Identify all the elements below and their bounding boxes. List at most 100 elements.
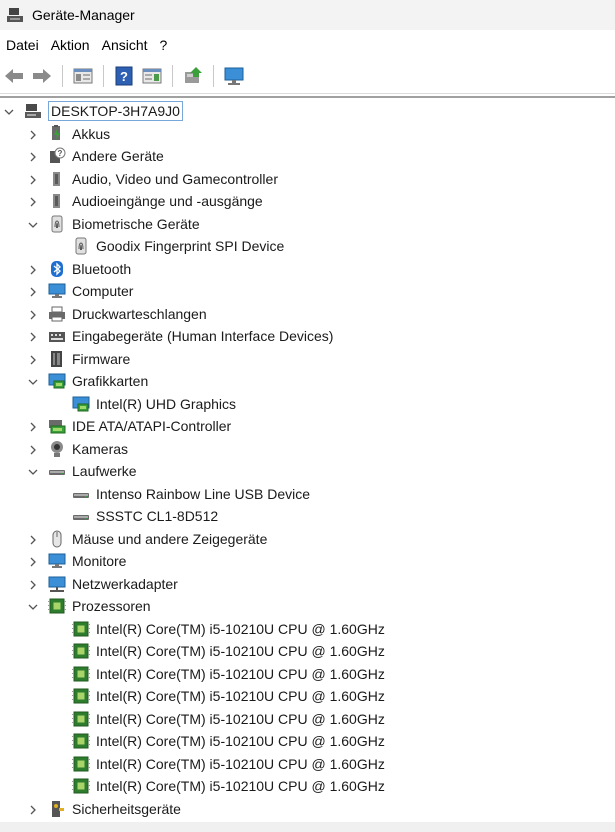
properties-icon[interactable] [71, 64, 95, 88]
tree-item-label: Akkus [72, 125, 111, 142]
menu-ansicht[interactable]: Ansicht [96, 37, 154, 53]
forward-icon[interactable] [30, 64, 54, 88]
firmware-icon [48, 350, 66, 368]
tree-category[interactable]: Netzwerkadapter [0, 573, 615, 595]
tree-category[interactable]: Kameras [0, 438, 615, 460]
toolbar-separator [213, 65, 214, 87]
chevron-right-icon[interactable] [27, 443, 39, 455]
tree-device[interactable]: Intel(R) Core(TM) i5-10210U CPU @ 1.60GH… [0, 618, 615, 640]
window-title: Geräte-Manager [32, 7, 135, 23]
tree-category[interactable]: Computer [0, 280, 615, 302]
network-icon [48, 575, 66, 593]
cpu-icon [72, 642, 90, 660]
tree-device[interactable]: Intel(R) UHD Graphics [0, 393, 615, 415]
chevron-down-icon[interactable] [27, 218, 39, 230]
chevron-right-icon[interactable] [27, 285, 39, 297]
toolbar: ? [0, 59, 615, 94]
update-driver-icon[interactable] [181, 64, 205, 88]
tree-item-label: Eingabegeräte (Human Interface Devices) [72, 328, 334, 344]
tree-device[interactable]: Intel(R) Core(TM) i5-10210U CPU @ 1.60GH… [0, 775, 615, 797]
chevron-right-icon[interactable] [27, 308, 39, 320]
printer-icon [48, 305, 66, 323]
tree-item-label: Sicherheitsgeräte [72, 800, 181, 817]
speaker-icon [48, 170, 66, 188]
ide-icon [48, 417, 66, 435]
tree-device[interactable]: Intel(R) Core(TM) i5-10210U CPU @ 1.60GH… [0, 708, 615, 730]
tree-category[interactable]: Eingabegeräte (Human Interface Devices) [0, 325, 615, 347]
menu-help[interactable]: ? [154, 37, 174, 53]
chevron-down-icon[interactable] [27, 375, 39, 387]
tree-category[interactable]: Akkus [0, 123, 615, 145]
chevron-right-icon[interactable] [27, 420, 39, 432]
tree-item-label: Grafikkarten [72, 373, 149, 389]
chevron-right-icon[interactable] [27, 330, 39, 342]
cpu-icon [72, 665, 90, 683]
chevron-right-icon[interactable] [27, 803, 39, 815]
toolbar-separator [62, 65, 63, 87]
tree-item-label: IDE ATA/ATAPI-Controller [72, 418, 232, 434]
chevron-down-icon[interactable] [27, 465, 39, 477]
tree-category[interactable]: Firmware [0, 348, 615, 370]
computer-icon [48, 282, 66, 300]
tree-item-label: Intel(R) Core(TM) i5-10210U CPU @ 1.60GH… [96, 755, 385, 772]
menu-aktion[interactable]: Aktion [45, 37, 96, 53]
tree-device[interactable]: Intel(R) Core(TM) i5-10210U CPU @ 1.60GH… [0, 663, 615, 685]
tree-category[interactable]: Laufwerke [0, 460, 615, 482]
chevron-right-icon[interactable] [27, 263, 39, 275]
tree-device[interactable]: Intel(R) Core(TM) i5-10210U CPU @ 1.60GH… [0, 753, 615, 775]
tree-category[interactable]: Mäuse und andere Zeigegeräte [0, 528, 615, 550]
cpu-icon [72, 687, 90, 705]
monitor-icon [48, 552, 66, 570]
tree-category[interactable]: ? Andere Geräte [0, 145, 615, 167]
title-bar: Geräte-Manager [0, 0, 615, 30]
chevron-right-icon[interactable] [27, 353, 39, 365]
tree-item-label: Intel(R) Core(TM) i5-10210U CPU @ 1.60GH… [96, 665, 385, 682]
tree-device[interactable]: Intenso Rainbow Line USB Device [0, 483, 615, 505]
view-icon[interactable] [140, 64, 164, 88]
tree-category[interactable]: Bluetooth [0, 258, 615, 280]
tree-device[interactable]: Intel(R) Core(TM) i5-10210U CPU @ 1.60GH… [0, 640, 615, 662]
back-icon[interactable] [2, 64, 26, 88]
chevron-right-icon[interactable] [27, 533, 39, 545]
chevron-right-icon[interactable] [27, 173, 39, 185]
status-bar [0, 822, 615, 832]
tree-item-label: Druckwarteschlangen [72, 305, 207, 322]
tree-device[interactable]: SSSTC CL1-8D512 [0, 505, 615, 527]
chevron-down-icon[interactable] [27, 600, 39, 612]
chevron-right-icon[interactable] [27, 555, 39, 567]
tree-item-label: Intel(R) Core(TM) i5-10210U CPU @ 1.60GH… [96, 778, 385, 794]
tree-category[interactable]: Audio, Video und Gamecontroller [0, 168, 615, 190]
monitor-icon[interactable] [222, 64, 246, 88]
tree-category[interactable]: Grafikkarten [0, 370, 615, 392]
tree-category[interactable]: Prozessoren [0, 595, 615, 617]
chevron-right-icon[interactable] [27, 150, 39, 162]
tree-category[interactable]: Monitore [0, 550, 615, 572]
menu-datei[interactable]: Datei [0, 37, 45, 53]
mouse-icon [48, 530, 66, 548]
toolbar-separator [103, 65, 104, 87]
chevron-down-icon[interactable] [3, 105, 15, 117]
tree-category[interactable]: Druckwarteschlangen [0, 303, 615, 325]
tree-category[interactable]: IDE ATA/ATAPI-Controller [0, 415, 615, 437]
help-icon[interactable]: ? [112, 64, 136, 88]
toolbar-separator [172, 65, 173, 87]
tree-item-label: Intel(R) Core(TM) i5-10210U CPU @ 1.60GH… [96, 643, 385, 659]
drive-icon [72, 507, 90, 525]
tree-item-label: Laufwerke [72, 463, 137, 479]
device-manager-icon [7, 8, 23, 22]
drive-icon [48, 462, 66, 480]
chevron-right-icon[interactable] [27, 128, 39, 140]
tree-category[interactable]: Sicherheitsgeräte [0, 798, 615, 820]
tree-item-label: Andere Geräte [72, 148, 164, 164]
chevron-right-icon[interactable] [27, 195, 39, 207]
security-icon [48, 800, 66, 818]
tree-category[interactable]: Biometrische Geräte [0, 213, 615, 235]
tree-item-label: Kameras [72, 440, 129, 457]
tree-device[interactable]: Goodix Fingerprint SPI Device [0, 235, 615, 257]
tree-device[interactable]: Intel(R) Core(TM) i5-10210U CPU @ 1.60GH… [0, 685, 615, 707]
tree-device[interactable]: Intel(R) Core(TM) i5-10210U CPU @ 1.60GH… [0, 730, 615, 752]
tree-root[interactable]: DESKTOP-3H7A9J0 [0, 100, 615, 122]
tree-category[interactable]: Audioeingänge und -ausgänge [0, 190, 615, 212]
tree-item-label: Prozessoren [72, 598, 151, 614]
chevron-right-icon[interactable] [27, 578, 39, 590]
